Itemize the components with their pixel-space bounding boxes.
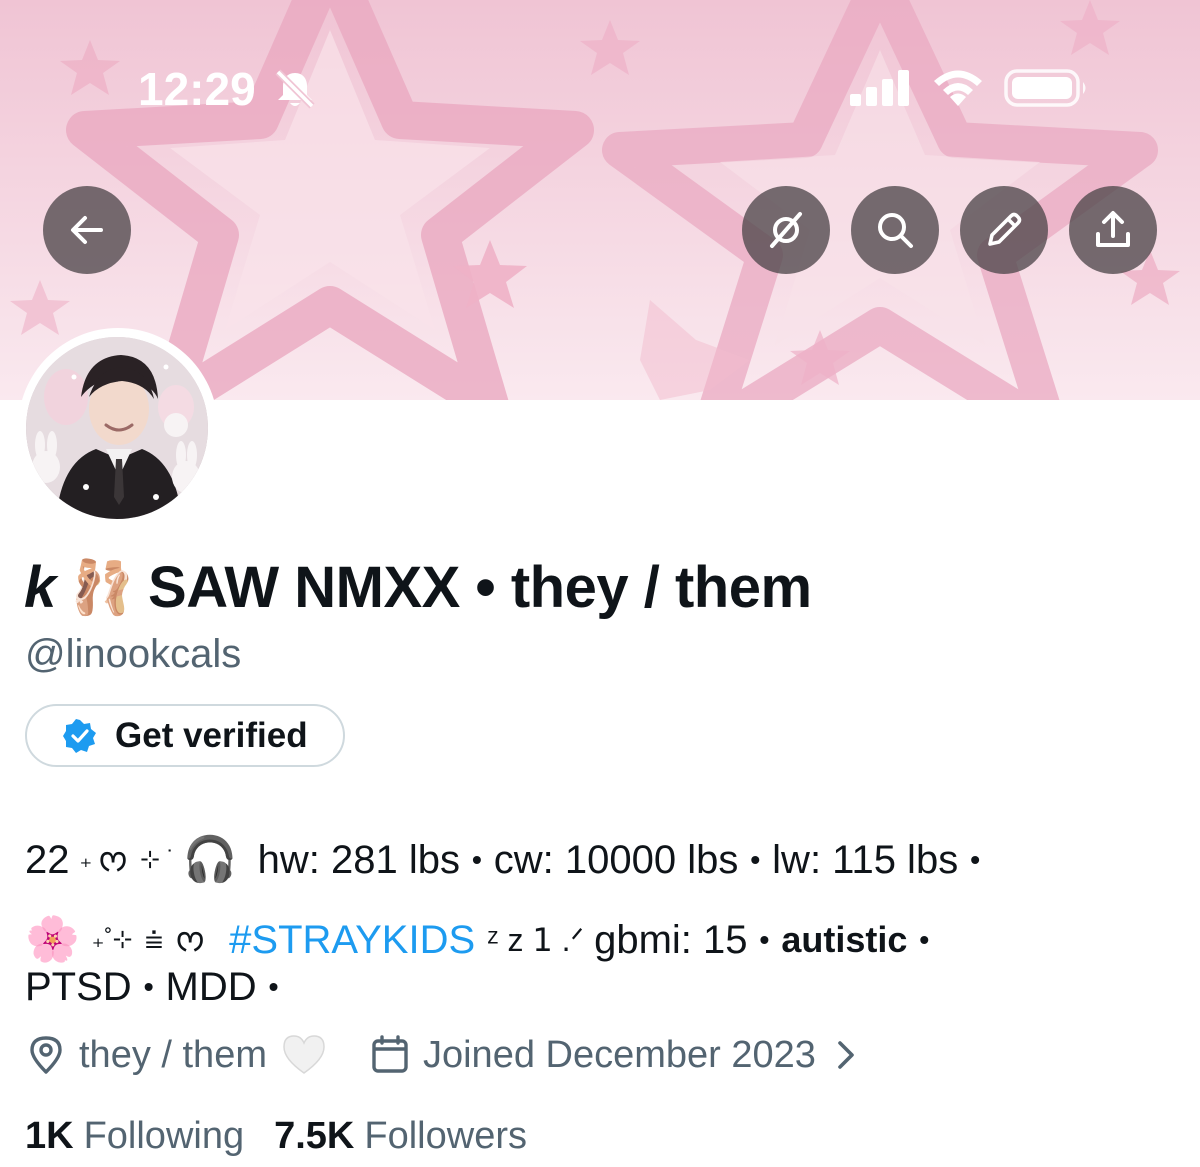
profile-meta: they / them Joined December 2023: [25, 1030, 860, 1080]
avatar-photo: [26, 337, 208, 519]
back-arrow-icon: [71, 216, 103, 244]
bio-lw: lw: 115 lbs: [772, 838, 959, 882]
bio-separator: •: [750, 844, 761, 875]
grok-button[interactable]: [742, 186, 830, 274]
joined-date[interactable]: Joined December 2023: [423, 1034, 816, 1077]
bio-separator: •: [143, 971, 154, 1002]
display-name: k 🩰 SAW NMXX • they / them: [24, 552, 812, 622]
location-text: they / them: [79, 1033, 267, 1076]
bio-ptsd: PTSD: [25, 965, 132, 1009]
following-count: 1K: [25, 1114, 74, 1157]
calendar-icon: [372, 1035, 408, 1073]
bio-cw: cw: 10000 lbs: [493, 838, 739, 882]
get-verified-label: Get verified: [115, 715, 308, 755]
bio-age: 22: [25, 838, 70, 882]
avatar[interactable]: [26, 337, 208, 519]
bio-line-1: 22 ₊ ᰔ ⊹ ˙ 🎧 hw: 281 lbs • cw: 10000 lbs…: [25, 820, 1175, 900]
bio-deco: ᶻ z 𝟣 .ᐟ: [487, 922, 585, 958]
bio-deco: ᰔ: [98, 842, 129, 878]
back-button[interactable]: [43, 186, 131, 274]
name-prefix: k: [24, 554, 56, 620]
share-icon: [1096, 211, 1130, 247]
share-button[interactable]: [1069, 186, 1157, 274]
bio-separator: •: [919, 924, 930, 955]
followers-count: 7.5K: [274, 1114, 355, 1157]
pencil-icon: [988, 212, 1022, 246]
headphones-emoji: 🎧: [182, 835, 238, 884]
status-time: 12:29: [138, 63, 256, 115]
verified-badge-icon: [63, 718, 96, 753]
bio-separator: •: [970, 844, 980, 875]
bell-slash-icon: [275, 69, 315, 109]
following-link[interactable]: 1K Following: [25, 1115, 244, 1158]
white-heart-icon: [283, 1035, 325, 1074]
profile-bio: 22 ₊ ᰔ ⊹ ˙ 🎧 hw: 281 lbs • cw: 10000 lbs…: [25, 820, 1175, 1010]
location-pin-icon: [30, 1036, 62, 1074]
bio-separator: •: [268, 971, 279, 1002]
hashtag-link[interactable]: #STRAYKIDS: [229, 900, 475, 980]
bio-separator: •: [759, 924, 770, 955]
follow-stats: 1K Following 7.5K Followers: [25, 1112, 527, 1160]
search-icon: [878, 213, 913, 248]
grok-icon: [770, 212, 802, 248]
bio-autistic: autistic: [781, 919, 908, 960]
bio-gbmi: gbmi: 15: [594, 918, 748, 962]
get-verified-button[interactable]: Get verified: [25, 704, 345, 767]
username-handle: @linookcals: [25, 632, 242, 676]
followers-link[interactable]: 7.5K Followers: [274, 1115, 527, 1158]
edit-profile-button[interactable]: [960, 186, 1048, 274]
chevron-right-icon[interactable]: [832, 1037, 860, 1073]
cellular-signal-icon: [850, 70, 909, 106]
bio-hw: hw: 281 lbs: [257, 838, 460, 882]
followers-label: Followers: [364, 1114, 527, 1157]
battery-icon: [1004, 69, 1086, 107]
wifi-icon: [934, 70, 982, 106]
bio-deco: ⊹ ˙: [140, 846, 175, 873]
ballet-shoes-emoji: 🩰: [69, 558, 135, 617]
bio-deco: ₊: [79, 846, 93, 873]
bio-separator: •: [471, 844, 482, 875]
name-main: SAW NMXX • they / them: [148, 554, 812, 620]
search-button[interactable]: [851, 186, 939, 274]
bio-mdd: MDD: [165, 965, 257, 1009]
following-label: Following: [83, 1114, 245, 1157]
